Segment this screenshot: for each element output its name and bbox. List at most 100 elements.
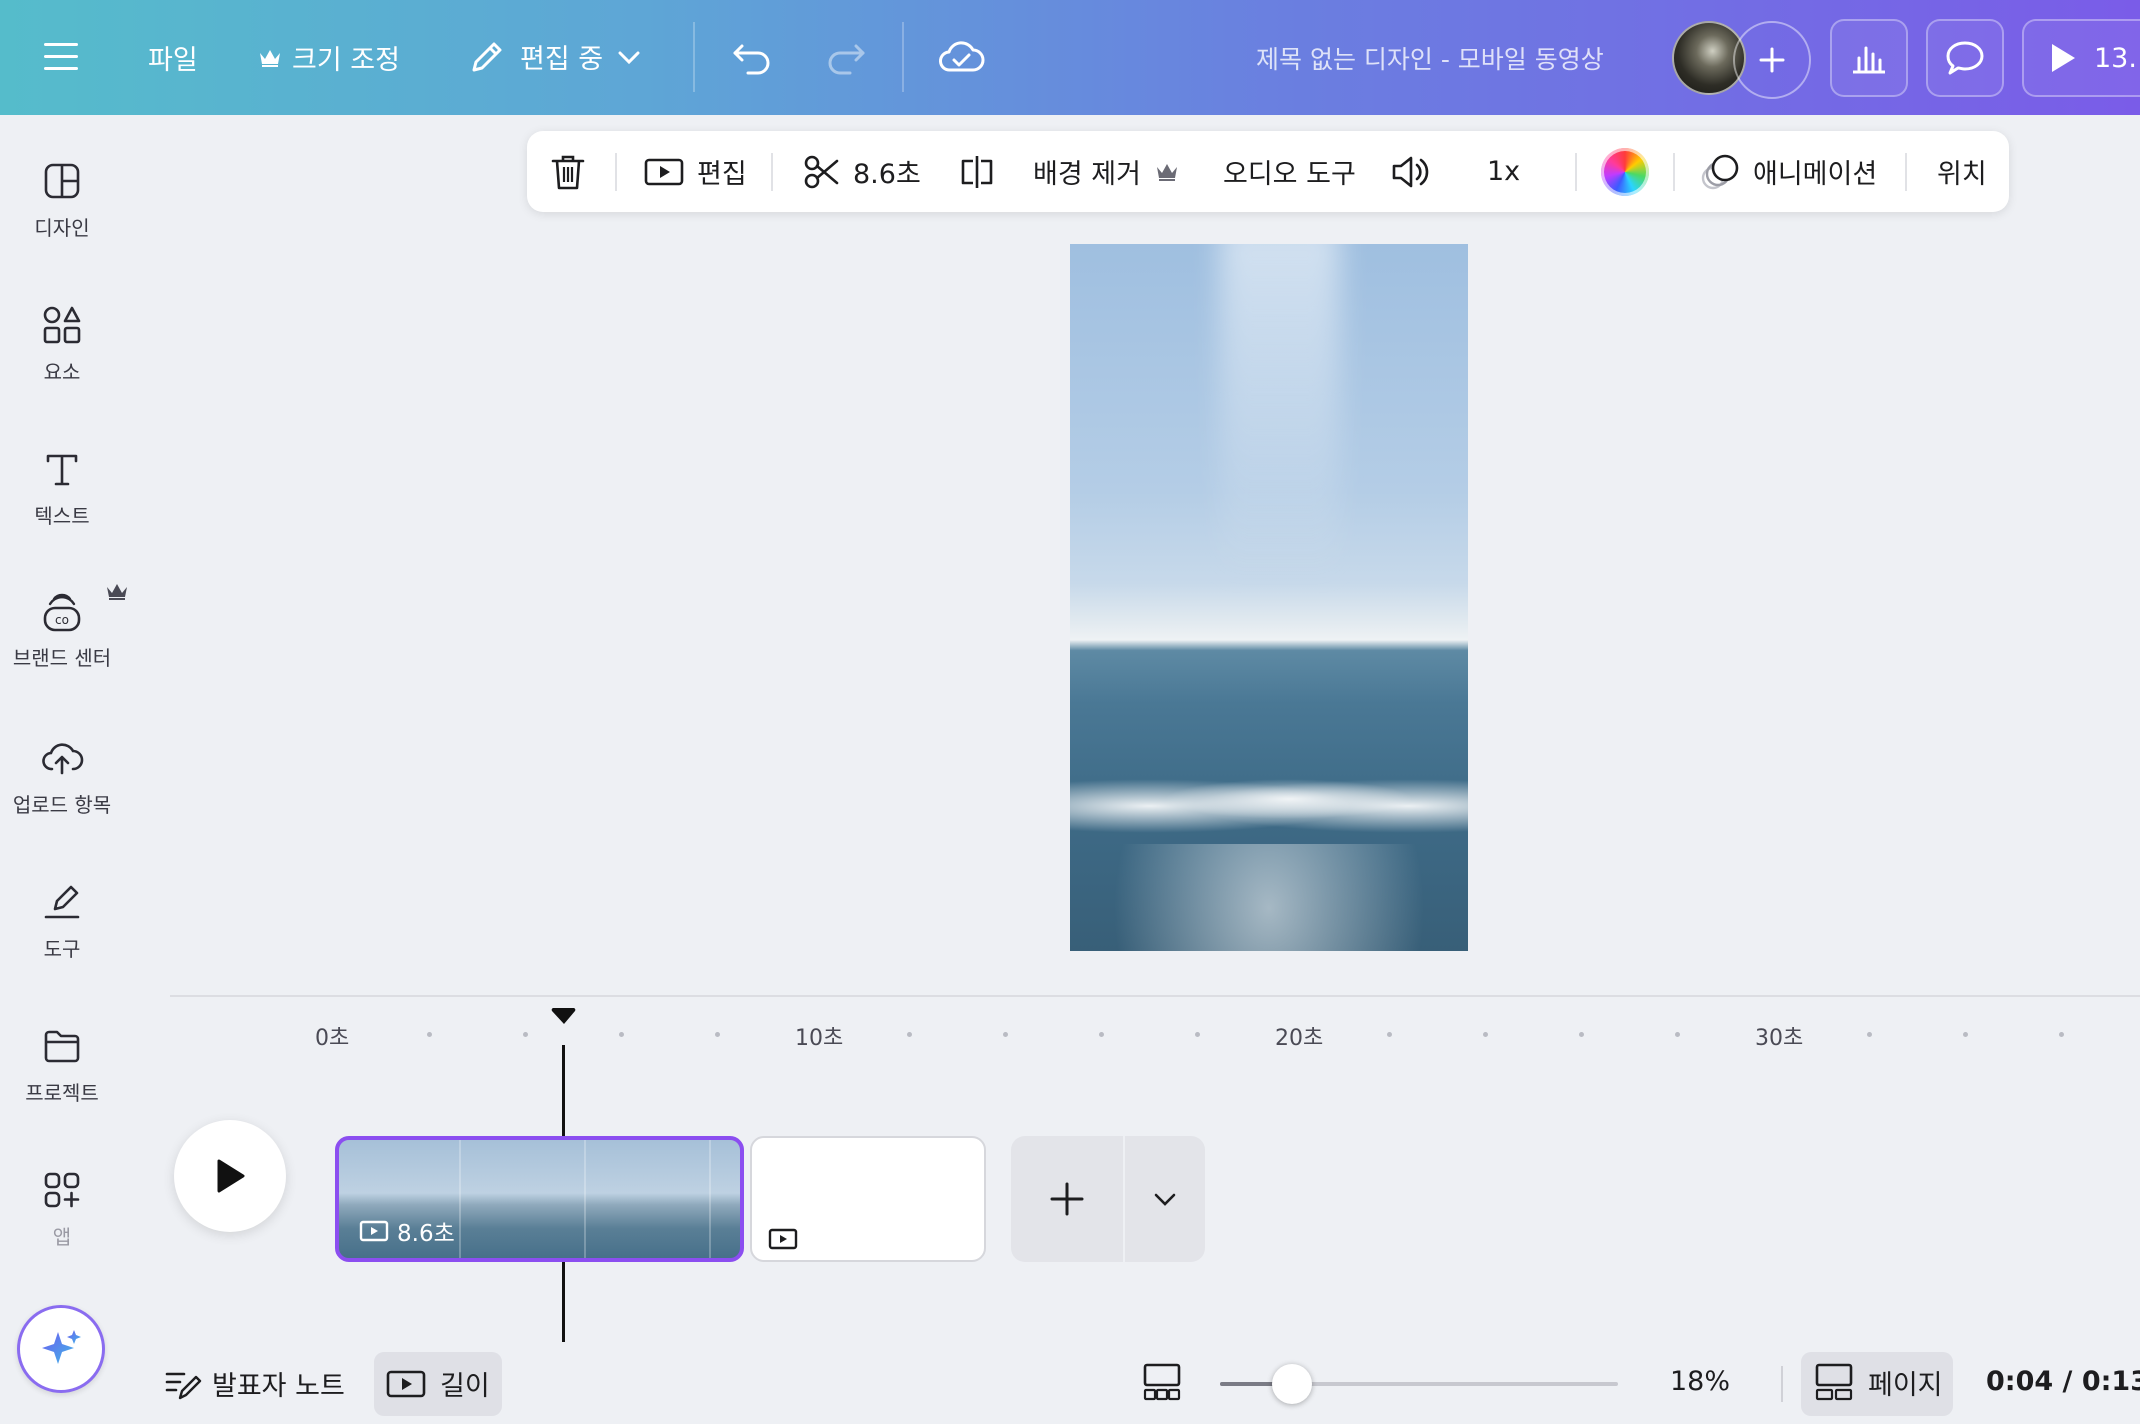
toolbar-divider [1673,153,1675,191]
animate-button[interactable]: 애니메이션 [1699,131,1877,212]
layout-icon [44,163,80,199]
timeline-divider [170,995,2140,997]
editing-mode-label: 편집 중 [520,44,604,75]
trim-button[interactable]: 8.6초 [803,131,921,212]
animation-label: 애니메이션 [1753,159,1878,190]
playback-speed-button[interactable]: 1x [1487,131,1520,212]
zoom-slider-thumb[interactable] [1272,1364,1312,1404]
animation-icon [1701,154,1739,189]
timeline-tick-dot [1195,1032,1200,1037]
bg-remove-label: 배경 제거 [1033,159,1141,190]
notes-button[interactable]: 발표자 노트 [164,1364,345,1403]
timeline-play-button[interactable] [174,1120,286,1232]
crown-icon [1156,163,1177,181]
pencil-icon [472,42,502,71]
zoom-percent[interactable]: 18% [1670,1366,1730,1397]
timeline-tick-dot [1579,1032,1584,1037]
timeline-tick-dot [715,1032,720,1037]
sidebar-item-label: 디자인 [34,216,90,240]
speech-bubble-icon [1946,41,1984,75]
sidebar-item-draw[interactable]: 도구 [0,881,124,962]
add-collaborator-button[interactable] [1733,21,1811,99]
sparkle-icon [42,1330,81,1364]
notes-icon [165,1372,202,1399]
duration-button-content: 길이 [386,1364,490,1403]
header-divider [902,22,904,92]
sea-sparkles [1070,844,1468,951]
sidebar-item-brand[interactable]: co 브랜드 센터 [0,582,127,671]
position-button[interactable]: 위치 [1937,131,1987,212]
editing-mode-dropdown[interactable]: 편집 중 [468,37,643,76]
menu-button[interactable] [40,37,84,77]
add-page-button[interactable] [1011,1136,1123,1262]
resize-button[interactable]: 크기 조정 [258,38,400,77]
cloud-save-status[interactable] [937,36,985,76]
timeline-tick-dot [523,1032,528,1037]
horizon-clouds [1070,764,1468,834]
chevron-down-icon [618,51,640,64]
zoom-label: 18% [1670,1366,1731,1397]
bar-chart-icon [1853,46,1885,74]
sidebar-item-label: 브랜드 센터 [12,646,112,670]
sidebar-item-uploads[interactable]: 업로드 항목 [0,737,124,818]
speed-label: 1x [1487,156,1521,187]
present-button[interactable]: 13. [2022,19,2140,97]
svg-text:co: co [55,613,69,627]
sidebar-item-apps[interactable]: 앱 [0,1169,124,1250]
video-icon [644,158,684,185]
sidebar-item-label: 요소 [43,360,81,384]
file-menu-label: 파일 [148,45,198,76]
notes-label: 발표자 노트 [212,1371,345,1402]
design-canvas-ocean-video[interactable] [1070,244,1468,951]
pen-tool-icon [44,885,80,919]
header-divider [693,22,695,92]
cloud-upload-icon [42,743,84,775]
magic-assistant-button[interactable] [17,1305,105,1393]
file-menu-button[interactable]: 파일 [148,38,198,77]
timeline-tick-label: 10초 [795,1026,844,1051]
background-remover-button[interactable]: 배경 제거 [1033,131,1179,212]
design-title[interactable]: 제목 없는 디자인 - 모바일 동영상 [1256,40,1604,76]
audio-tools-button[interactable]: 오디오 도구 [1223,131,1356,212]
sidebar-item-design[interactable]: 디자인 [0,160,124,241]
folder-icon [44,1030,80,1063]
insights-button[interactable] [1830,19,1908,97]
timeline-clip-selected[interactable]: 8.6초 [335,1136,744,1262]
split-button[interactable] [957,131,997,212]
toolbar-divider [1905,153,1907,191]
comments-button[interactable] [1926,19,2004,97]
clip-frame-divider [459,1140,461,1258]
brand-icon: co [43,593,81,632]
playhead-handle[interactable] [550,1006,577,1026]
bottom-divider [1781,1366,1783,1402]
present-label: 13. [2094,42,2137,74]
play-icon [217,1159,245,1193]
sidebar-item-projects[interactable]: 프로젝트 [0,1025,124,1106]
undo-icon [733,44,770,75]
element-toolbar: 편집 8.6초 배경 제거 오디오 도구 1x 애니메이션 위치 [527,131,2009,212]
top-header: 파일 크기 조정 편집 중 제목 없는 디자인 - 모바일 동영상 13. [0,0,2140,115]
plus-icon [1050,1182,1084,1216]
timeline-clip-empty[interactable] [750,1136,986,1262]
duration-label: 길이 [440,1371,490,1402]
timeline-tick-dot [1963,1032,1968,1037]
timeline-tick-dot [1675,1032,1680,1037]
sidebar-item-text[interactable]: 텍스트 [0,448,124,529]
thumbnail-view-button[interactable] [1142,1362,1182,1402]
sidebar-item-label: 앱 [52,1225,72,1249]
redo-button[interactable] [824,36,868,76]
video-icon [359,1220,389,1242]
color-button[interactable] [1601,131,1649,212]
position-label: 위치 [1937,159,1987,190]
sidebar-item-label: 업로드 항목 [12,793,112,817]
pages-label: 페이지 [1868,1369,1943,1401]
undo-button[interactable] [730,36,774,76]
shapes-icon [43,306,81,344]
edit-video-button[interactable]: 편집 [643,131,747,212]
sidebar-item-elements[interactable]: 요소 [0,304,124,385]
timeline-tick-dot [1003,1032,1008,1037]
volume-button[interactable] [1389,131,1431,212]
add-page-options-button[interactable] [1125,1136,1205,1262]
delete-button[interactable] [549,131,587,212]
timeline-tick-dot [1867,1032,1872,1037]
